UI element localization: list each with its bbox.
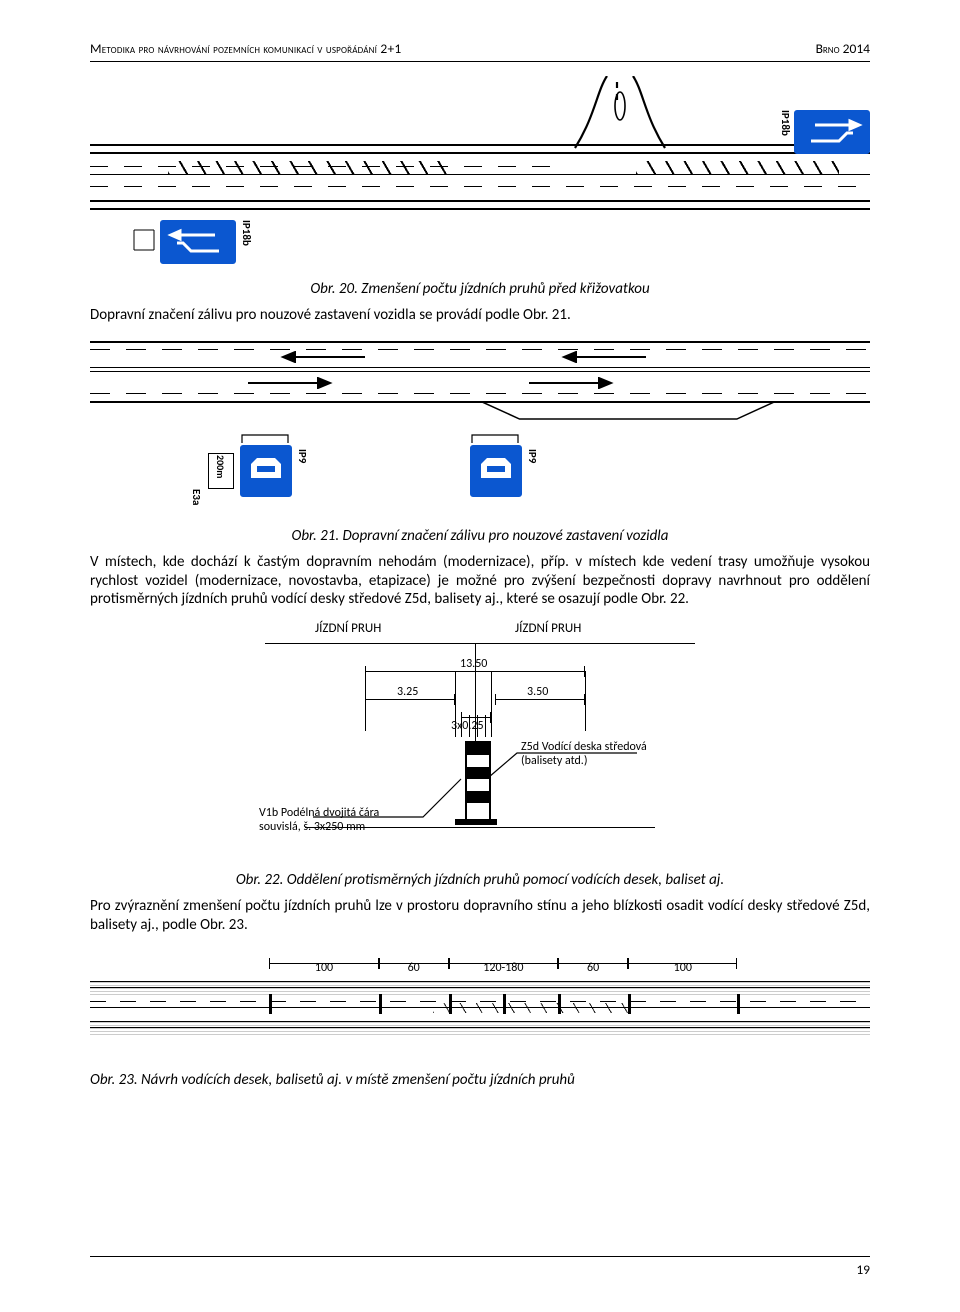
figure-23-caption: Obr. 23. Návrh vodících desek, balisetů … (90, 1071, 870, 1089)
dim-left (365, 699, 455, 700)
dim-mid (461, 717, 491, 718)
junction-curves (535, 76, 705, 150)
dimension-row: 100 60 120-180 60 100 (90, 947, 870, 981)
figure-22: JÍZDNÍ PRUH JÍZDNÍ PRUH 13.50 3.25 3.50 … (90, 621, 870, 861)
paragraph-3: Pro zvýraznění zmenšení počtu jízdních p… (90, 897, 870, 935)
dim-val-1: 100 (269, 961, 378, 975)
figure-20-caption: Obr. 20. Zmenšení počtu jízdních pruhů p… (90, 280, 870, 298)
figure-23: 100 60 120-180 60 100 (90, 947, 870, 1057)
paragraph-2: V místech, kde dochází k častým dopravní… (90, 553, 870, 609)
dim-seg-5: 100 (628, 963, 737, 964)
bracket-icon (470, 433, 520, 445)
dim-seg-1: 100 (269, 963, 378, 964)
figure-21-caption: Obr. 21. Dopravní značení zálivu pro nou… (90, 527, 870, 545)
note-right-line1: Z5d Vodící deska středová (521, 740, 647, 754)
emergency-bay-icon (480, 401, 776, 421)
lane-label-left: JÍZDNÍ PRUH (315, 621, 381, 636)
note-left-line2: souvislá, š. 3x250 mm (259, 820, 365, 834)
figure-22-caption: Obr. 22. Oddělení protisměrných jízdních… (90, 871, 870, 889)
dim-right (495, 699, 585, 700)
sign-label-ip9-left: IP9 (296, 449, 309, 463)
note-left-line1: V1b Podélná dvojitá čára (259, 806, 379, 820)
arrow-left-icon (277, 351, 367, 363)
note-left: V1b Podélná dvojitá čára souvislá, š. 3x… (259, 807, 469, 835)
dim-seg-2: 60 (379, 963, 449, 964)
dim-val-5: 100 (628, 961, 737, 975)
sign-ip18b-right (794, 110, 870, 154)
bracket-icon (240, 433, 290, 445)
sign-ip18b-left (160, 220, 236, 264)
page-number: 19 (856, 1261, 870, 1278)
note-right-line2: (balisety atd.) (521, 754, 587, 768)
dim-seg-4: 60 (558, 963, 628, 964)
dim-seg-3: 120-180 (449, 963, 558, 964)
dim-val-4: 60 (558, 961, 628, 975)
sign-label-ip9-right: IP9 (526, 449, 539, 463)
sign-ip9-left (240, 445, 292, 497)
arrow-right-icon (527, 377, 617, 389)
sign-label-left: IP18b (240, 220, 253, 246)
dim-total-value: 13.50 (460, 657, 487, 671)
dim-right-value: 3.50 (527, 685, 548, 699)
plate-200m-label: 200m (214, 455, 227, 478)
plate-e3a-label: E3a (190, 489, 203, 505)
road-band-21 (90, 341, 870, 411)
road-band-23 (90, 981, 870, 1033)
page-footer: 19 (90, 1256, 870, 1278)
dim-total (365, 671, 585, 672)
lane-label-right: JÍZDNÍ PRUH (515, 621, 581, 636)
sign-label-right: IP18b (779, 110, 792, 136)
dim-bracket-icon (130, 226, 160, 256)
page: Metodika pro návrhování pozemních komuni… (0, 0, 960, 1312)
dim-val-2: 60 (379, 961, 449, 975)
dim-left-value: 3.25 (397, 685, 418, 699)
page-header: Metodika pro návrhování pozemních komuni… (90, 40, 870, 62)
arrow-left-icon (558, 351, 648, 363)
header-meta: Brno 2014 (816, 40, 870, 57)
note-right: Z5d Vodící deska středová (balisety atd.… (521, 741, 731, 769)
arrow-right-icon (246, 377, 336, 389)
paragraph-1: Dopravní značení zálivu pro nouzové zast… (90, 306, 870, 325)
header-title: Metodika pro návrhování pozemních komuni… (90, 40, 401, 57)
figure-20: IP18b IP18b (90, 80, 870, 270)
road-band (90, 144, 870, 208)
dim-val-3: 120-180 (449, 961, 558, 975)
figure-21: IP9 200m E3a IP9 (90, 337, 870, 517)
sign-ip9-right (470, 445, 522, 497)
